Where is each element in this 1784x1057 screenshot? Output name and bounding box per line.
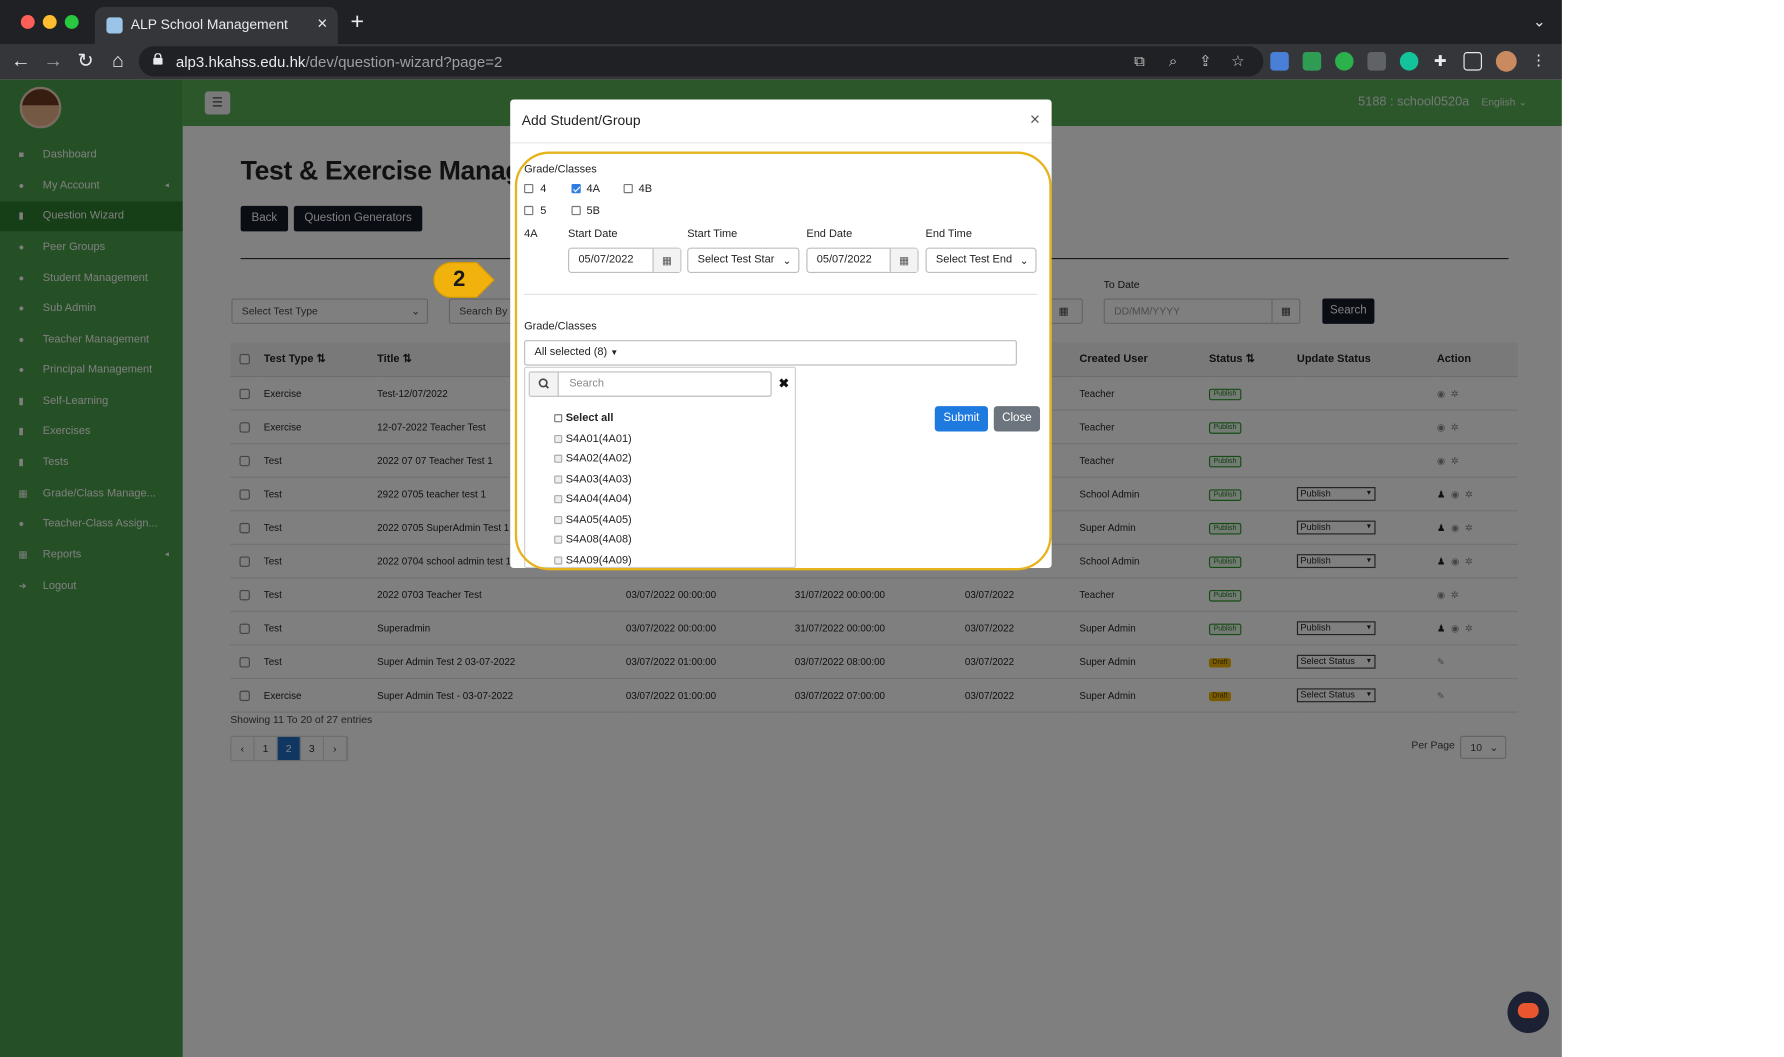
reload-icon[interactable]: ↻ (74, 50, 97, 73)
forward-arrow-icon[interactable]: → (42, 50, 65, 73)
back-arrow-icon[interactable]: ← (9, 50, 32, 73)
browser-tab[interactable]: ALP School Management × (94, 6, 338, 44)
tutorial-highlight-frame (514, 151, 1052, 571)
grammarly-extension-icon[interactable] (1399, 52, 1419, 71)
profile-avatar-icon[interactable] (1495, 50, 1517, 72)
step-number: 2 (453, 267, 466, 292)
chat-widget-button[interactable] (1507, 991, 1550, 1034)
tab-title: ALP School Management (130, 16, 288, 33)
modal-header: Add Student/Group × (510, 99, 1052, 144)
google-translate-extension-icon[interactable] (1270, 52, 1289, 71)
recycle-extension-icon[interactable] (1367, 52, 1386, 71)
url-text: alp3.hkahss.edu.hk/dev/question-wizard?p… (175, 53, 503, 71)
address-bar[interactable]: alp3.hkahss.edu.hk/dev/question-wizard?p… (138, 46, 1264, 77)
modal-title: Add Student/Group (521, 112, 641, 129)
minimize-window-button[interactable] (42, 15, 57, 29)
browser-toolbar: ← → ↻ ⌂ alp3.hkahss.edu.hk/dev/question-… (0, 43, 1562, 80)
browser-menu-icon[interactable]: ⋮ (1529, 51, 1548, 70)
site-favicon-icon (106, 17, 123, 34)
browser-window: ALP School Management × + ⌄ ← → ↻ ⌂ alp3… (0, 0, 1562, 1057)
maximize-window-button[interactable] (64, 15, 79, 29)
share-icon[interactable]: ⇪ (1196, 52, 1215, 71)
evernote-extension-icon[interactable] (1335, 52, 1354, 71)
close-window-button[interactable] (20, 15, 35, 29)
translate-icon[interactable]: ⧉ (1130, 52, 1149, 71)
chat-bubble-icon (1517, 1003, 1539, 1019)
zoom-icon[interactable]: ⌕ (1164, 52, 1183, 71)
tutorial-step-marker: 2 (433, 261, 495, 298)
bookmark-star-icon[interactable]: ☆ (1229, 52, 1248, 71)
sheets-extension-icon[interactable] (1302, 52, 1322, 71)
home-icon[interactable]: ⌂ (106, 50, 129, 73)
close-icon[interactable]: × (1030, 110, 1040, 130)
lock-icon (153, 53, 163, 65)
extensions-puzzle-icon[interactable]: ✚ (1431, 52, 1450, 71)
tab-close-icon[interactable]: × (317, 14, 327, 34)
new-tab-icon[interactable]: + (351, 10, 365, 33)
side-panel-icon[interactable] (1463, 52, 1482, 71)
tab-search-chevron-icon[interactable]: ⌄ (1533, 13, 1546, 32)
tab-strip: ALP School Management × + ⌄ (0, 0, 1562, 44)
